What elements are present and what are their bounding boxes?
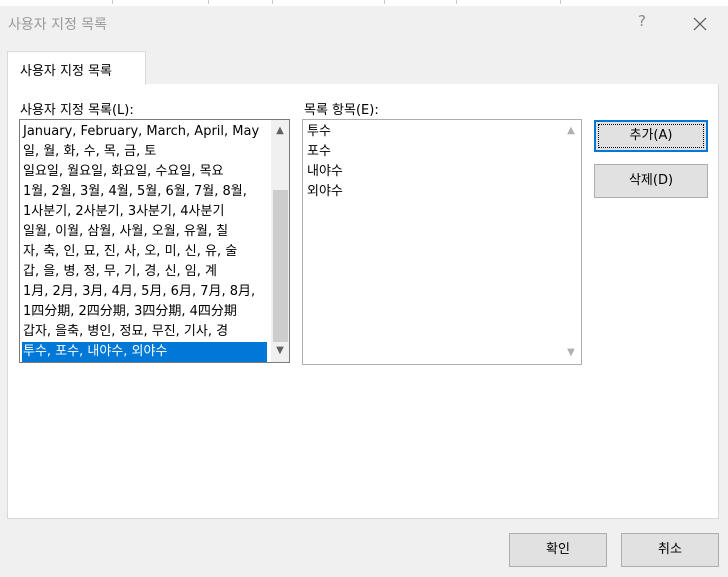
list-item[interactable]: 1월, 2월, 3월, 4월, 5월, 6월, 7월, 8월, bbox=[22, 182, 247, 202]
scroll-thumb[interactable] bbox=[273, 190, 288, 342]
entry-line: 투수 bbox=[307, 124, 331, 139]
scroll-down-icon[interactable]: ▼ bbox=[271, 342, 289, 360]
entry-line: 외야수 bbox=[307, 184, 343, 199]
delete-button-label: 삭제(D) bbox=[628, 173, 674, 188]
list-entries-label: 목록 항목(E): bbox=[304, 103, 379, 118]
entry-line: 내야수 bbox=[307, 164, 343, 179]
ok-button-label: 확인 bbox=[546, 542, 570, 557]
dialog-title: 사용자 지정 목록 bbox=[8, 17, 108, 33]
add-button-label: 추가(A) bbox=[629, 128, 673, 143]
title-bar: 사용자 지정 목록 ? bbox=[0, 6, 728, 40]
list-item[interactable]: 1四分期, 2四分期, 3四分期, 4四分期 bbox=[22, 302, 237, 322]
cancel-button[interactable]: 취소 bbox=[621, 533, 719, 567]
list-item[interactable]: 갑자, 을축, 병인, 정묘, 무진, 기사, 경 bbox=[22, 322, 228, 342]
help-button[interactable]: ? bbox=[632, 12, 652, 34]
add-button[interactable]: 추가(A) bbox=[594, 120, 708, 152]
list-item[interactable]: January, February, March, April, May bbox=[22, 122, 259, 142]
list-item[interactable]: 1月, 2月, 3月, 4月, 5月, 6月, 7月, 8月, bbox=[22, 282, 255, 302]
list-item[interactable]: 일, 월, 화, 수, 목, 금, 토 bbox=[22, 142, 156, 162]
custom-lists-scrollbar[interactable]: ▲ ▼ bbox=[271, 120, 289, 362]
tab-custom-lists[interactable]: 사용자 지정 목록 bbox=[7, 51, 146, 85]
list-entries-textarea[interactable]: 투수 포수 내야수 외야수 ▲ ▼ bbox=[302, 119, 582, 365]
cancel-button-label: 취소 bbox=[658, 542, 682, 557]
custom-lists-label: 사용자 지정 목록(L): bbox=[20, 103, 134, 118]
delete-button[interactable]: 삭제(D) bbox=[594, 164, 708, 198]
list-item[interactable]: 1사분기, 2사분기, 3사분기, 4사분기 bbox=[22, 202, 224, 222]
list-item[interactable]: 갑, 을, 병, 정, 무, 기, 경, 신, 임, 계 bbox=[22, 262, 217, 282]
custom-lists-listbox[interactable]: January, February, March, April, May 일, … bbox=[19, 119, 290, 363]
scroll-up-icon[interactable]: ▲ bbox=[271, 122, 289, 140]
textarea-scroll-up-icon[interactable]: ▲ bbox=[562, 122, 580, 140]
list-item[interactable]: 일월, 이월, 삼월, 사월, 오월, 유월, 칠 bbox=[22, 222, 228, 242]
close-icon[interactable] bbox=[688, 12, 712, 36]
ok-button[interactable]: 확인 bbox=[509, 533, 607, 567]
entry-line: 포수 bbox=[307, 144, 331, 159]
list-item[interactable]: 자, 축, 인, 묘, 진, 사, 오, 미, 신, 유, 술 bbox=[22, 242, 237, 262]
list-item[interactable]: 일요일, 월요일, 화요일, 수요일, 목요 bbox=[22, 162, 224, 182]
tab-label: 사용자 지정 목록 bbox=[20, 64, 112, 79]
list-item-selected[interactable]: 투수, 포수, 내야수, 외야수 bbox=[22, 342, 267, 362]
textarea-scroll-down-icon[interactable]: ▼ bbox=[562, 344, 580, 362]
